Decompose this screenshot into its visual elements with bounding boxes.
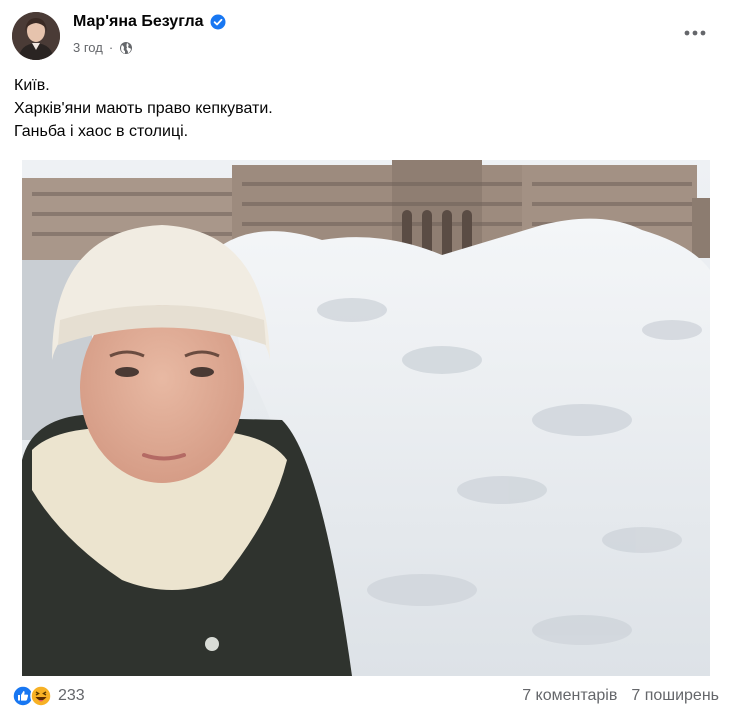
post-time[interactable]: 3 год xyxy=(73,40,103,55)
reactions-summary[interactable]: 233 xyxy=(12,685,85,707)
author-avatar[interactable] xyxy=(12,12,60,60)
facebook-post: Мар'яна Безугла 3 год · Київ. Харків'яни… xyxy=(0,0,731,713)
verified-badge-icon xyxy=(210,14,226,30)
post-stats: 7 коментарів 7 поширень xyxy=(522,687,719,705)
more-options-icon[interactable] xyxy=(677,18,713,48)
post-meta: 3 год · xyxy=(73,40,133,55)
haha-reaction-icon xyxy=(30,685,52,707)
post-text-line: Харків'яни мають право кепкувати. xyxy=(14,100,273,117)
meta-separator: · xyxy=(108,40,114,55)
comments-count[interactable]: 7 коментарів xyxy=(522,687,617,705)
post-text: Київ. Харків'яни мають право кепкувати. … xyxy=(14,74,717,143)
shares-count[interactable]: 7 поширень xyxy=(631,687,719,705)
post-footer: 233 7 коментарів 7 поширень xyxy=(12,682,719,710)
post-photo[interactable] xyxy=(22,160,710,676)
globe-icon[interactable] xyxy=(119,41,133,55)
post-text-line: Ганьба і хаос в столиці. xyxy=(14,123,189,140)
post-text-line: Київ. xyxy=(14,77,50,94)
reaction-icons xyxy=(12,685,52,707)
author-row: Мар'яна Безугла xyxy=(73,13,226,31)
reaction-count[interactable]: 233 xyxy=(58,687,85,705)
author-name[interactable]: Мар'яна Безугла xyxy=(73,13,204,31)
